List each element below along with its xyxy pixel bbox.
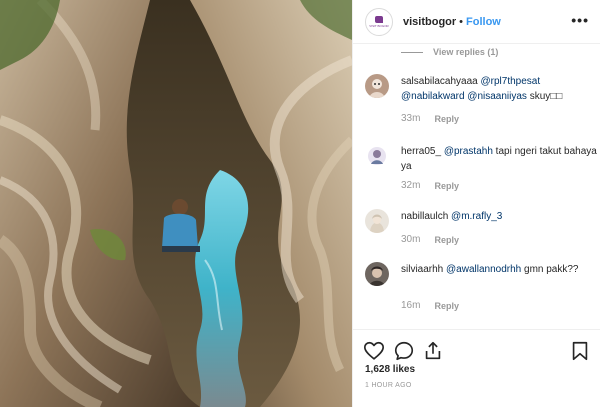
comment-time: 30m [401,234,421,245]
view-replies-line [401,51,423,53]
comments-list: View replies (1) salsabilacahyaaa @rpl7t… [353,44,600,329]
account-avatar[interactable]: VISIT BOGOR [365,7,393,36]
post-actions: 1,628 likes 1 HOUR AGO [353,329,600,407]
comment-meta: 33m Reply [401,113,459,124]
comment-meta: 16m Reply [401,300,459,311]
visitbogor-logo: VISIT BOGOR [368,10,390,33]
post-photo [0,0,352,407]
comment-username[interactable]: silviaarhh [401,264,443,275]
reply-button[interactable]: Reply [434,235,459,245]
comment-time: 32m [401,180,421,191]
comment-icon[interactable] [393,340,415,362]
logo-mark-icon [375,15,383,23]
comment-tail: skuy□□ [529,91,563,102]
commenter-avatar[interactable] [365,262,389,286]
commenter-avatar[interactable] [365,74,389,98]
post-header: VISIT BOGOR visitbogor • Follow ••• [353,0,600,44]
avatar-image [365,144,389,168]
comment-text: herra05_ @prastahh tapi ngeri takut baha… [401,144,597,174]
comment-username[interactable]: nabillaulch [401,211,448,222]
account-username[interactable]: visitbogor [403,16,456,28]
comment-meta: 30m Reply [401,234,459,245]
comment-username[interactable]: herra05_ [401,146,441,157]
follow-button[interactable]: Follow [466,16,501,28]
post-time-ago: 1 HOUR AGO [365,382,412,389]
view-replies-button[interactable]: View replies (1) [401,47,498,57]
comment-time: 16m [401,300,421,311]
comment-text: salsabilacahyaaa @rpl7thpesat @nabilakwa… [401,74,597,104]
post-side-panel: VISIT BOGOR visitbogor • Follow ••• View… [352,0,600,407]
share-icon[interactable] [422,340,444,362]
avatar-image [365,262,389,286]
comment-username[interactable]: salsabilacahyaaa [401,76,478,87]
bookmark-icon[interactable] [569,340,591,362]
comment-tail: gmn pakk?? [524,264,579,275]
header-separator: • [459,15,464,28]
more-options-icon[interactable]: ••• [571,13,589,27]
reply-button[interactable]: Reply [434,114,459,124]
commenter-avatar[interactable] [365,209,389,233]
comment-meta: 32m Reply [401,180,459,191]
like-count[interactable]: 1,628 likes [365,364,415,375]
comment-mentions[interactable]: @prastahh [444,146,493,157]
comment-mentions[interactable]: @m.rafly_3 [451,211,502,222]
avatar-image [365,209,389,233]
comment-text: silviaarhh @awallannodrhh gmn pakk?? [401,262,597,277]
reply-button[interactable]: Reply [434,301,459,311]
heart-icon[interactable] [363,340,385,362]
view-replies-label: View replies (1) [433,47,499,57]
canyon-photo [0,0,352,407]
logo-text: VISIT BOGOR [369,23,389,28]
comment-time: 33m [401,113,421,124]
commenter-avatar[interactable] [365,144,389,168]
reply-button[interactable]: Reply [434,181,459,191]
comment-text: nabillaulch @m.rafly_3 [401,209,597,224]
avatar-image [365,74,389,98]
comment-mentions[interactable]: @awallannodrhh [446,264,521,275]
